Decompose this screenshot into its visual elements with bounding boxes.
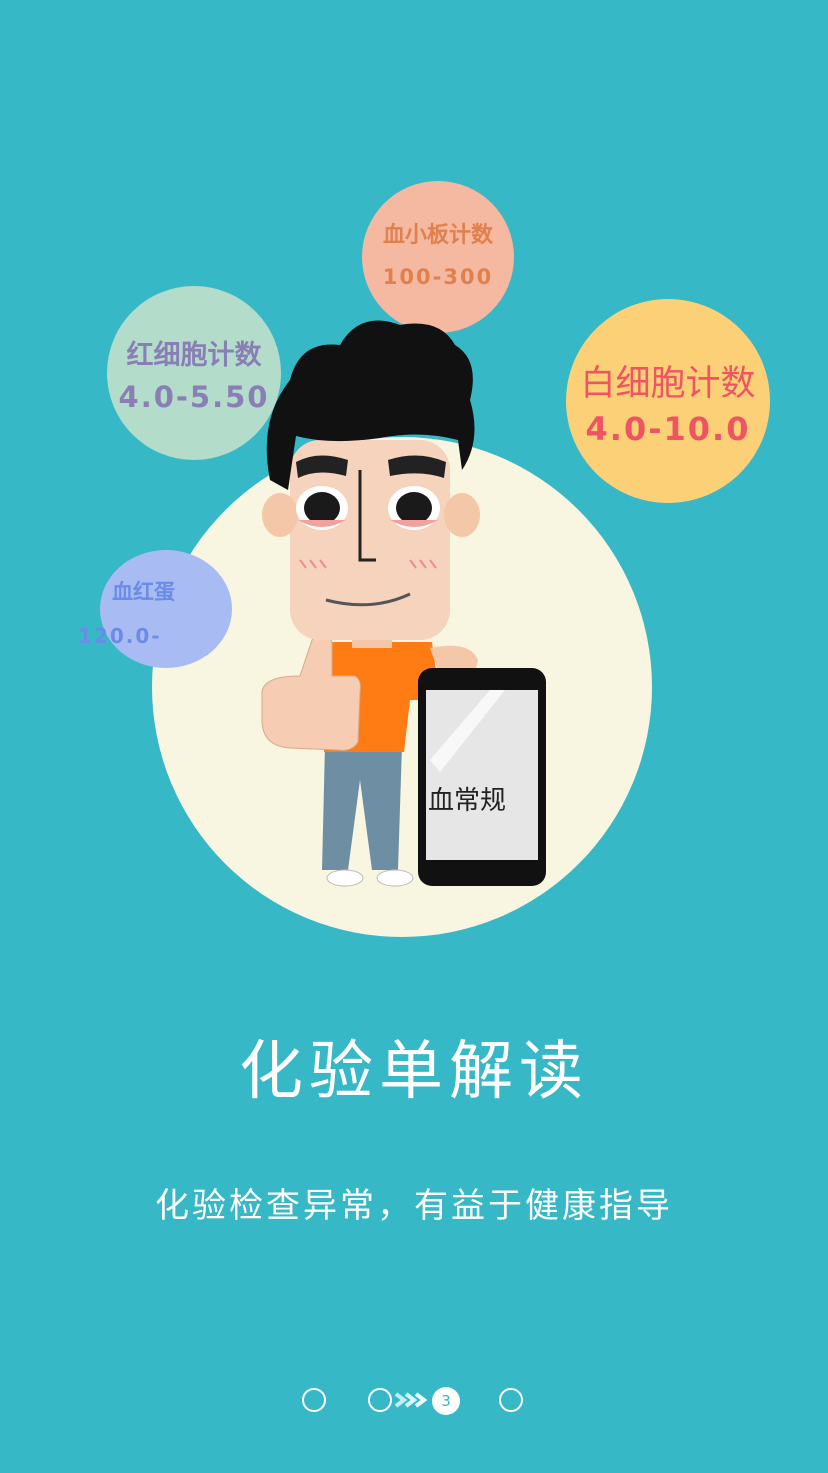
hemoglobin-bubble: 血红蛋 120.0- [78, 550, 232, 668]
page-subtitle: 化验检查异常，有益于健康指导 [155, 1186, 673, 1226]
platelet-count-value: 100-300 [382, 265, 494, 289]
page-dot-active[interactable]: 3 [432, 1387, 460, 1415]
platelet-count-title: 血小板计数 [382, 223, 493, 248]
white-blood-cell-title: 白细胞计数 [580, 363, 756, 404]
onboarding-screen: 血小板计数 100-300 红细胞计数 4.0-5.50 白细胞计数 4.0-1… [0, 0, 828, 1473]
page-dot-4[interactable] [499, 1388, 523, 1412]
chevron-right-icon [394, 1392, 428, 1408]
white-blood-cell-value: 4.0-10.0 [585, 409, 751, 448]
hemoglobin-title: 血红蛋 [112, 580, 175, 604]
white-blood-cell-bubble: 白细胞计数 4.0-10.0 [566, 299, 770, 503]
hemoglobin-value: 120.0- [78, 624, 162, 648]
phone-screen-label: 血常规 [428, 786, 507, 816]
page-dot-2[interactable] [368, 1388, 392, 1412]
page-indicator: 3 [0, 1386, 828, 1420]
page-title: 化验单解读 [239, 1035, 589, 1109]
page-dot-1[interactable] [302, 1388, 326, 1412]
